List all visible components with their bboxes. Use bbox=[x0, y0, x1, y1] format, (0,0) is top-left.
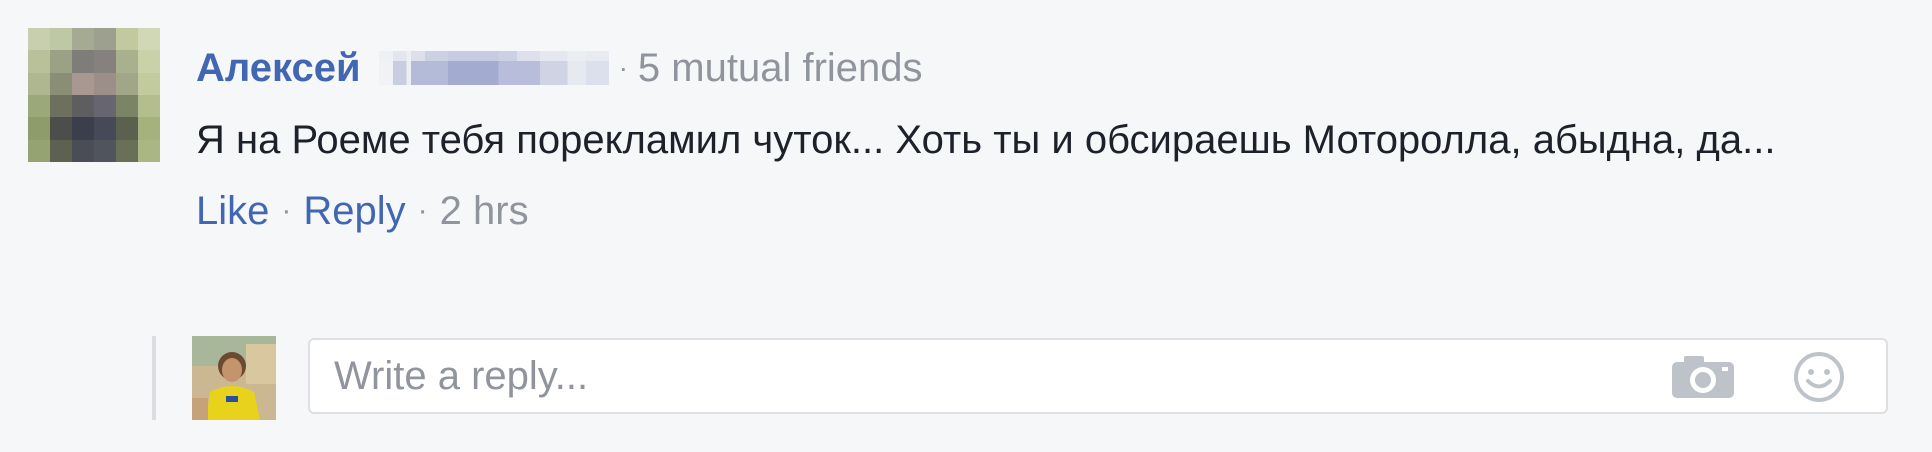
smiley-icon[interactable] bbox=[1792, 350, 1846, 404]
comment-timestamp[interactable]: 2 hrs bbox=[440, 172, 529, 250]
current-user-avatar[interactable] bbox=[192, 336, 276, 420]
comment-actions: Like · Reply · 2 hrs bbox=[196, 172, 1896, 250]
author-name-link[interactable]: Алексей bbox=[196, 28, 361, 108]
header-separator: · bbox=[618, 52, 628, 83]
reply-link[interactable]: Reply bbox=[303, 172, 405, 250]
thread-line bbox=[152, 336, 156, 420]
comment-text: Я на Роеме тебя порекламил чуток... Хоть… bbox=[196, 118, 1776, 162]
comment: Алексей · 5 mutual friends Я на Роеме те… bbox=[28, 28, 1908, 298]
user-photo bbox=[192, 336, 276, 420]
camera-icon[interactable] bbox=[1670, 354, 1736, 400]
blurred-surname bbox=[378, 51, 609, 85]
action-separator: · bbox=[281, 194, 292, 227]
reply-composer bbox=[152, 336, 1892, 420]
commenter-avatar[interactable] bbox=[28, 28, 160, 162]
like-link[interactable]: Like bbox=[196, 172, 269, 250]
comment-body: Алексей · 5 mutual friends Я на Роеме те… bbox=[196, 28, 1896, 250]
mutual-friends-count[interactable]: 5 mutual friends bbox=[638, 28, 923, 108]
action-separator: · bbox=[417, 194, 428, 227]
reply-input-box[interactable] bbox=[308, 338, 1888, 414]
comment-header: Алексей · 5 mutual friends bbox=[196, 28, 1896, 108]
reply-input[interactable] bbox=[334, 340, 1634, 412]
